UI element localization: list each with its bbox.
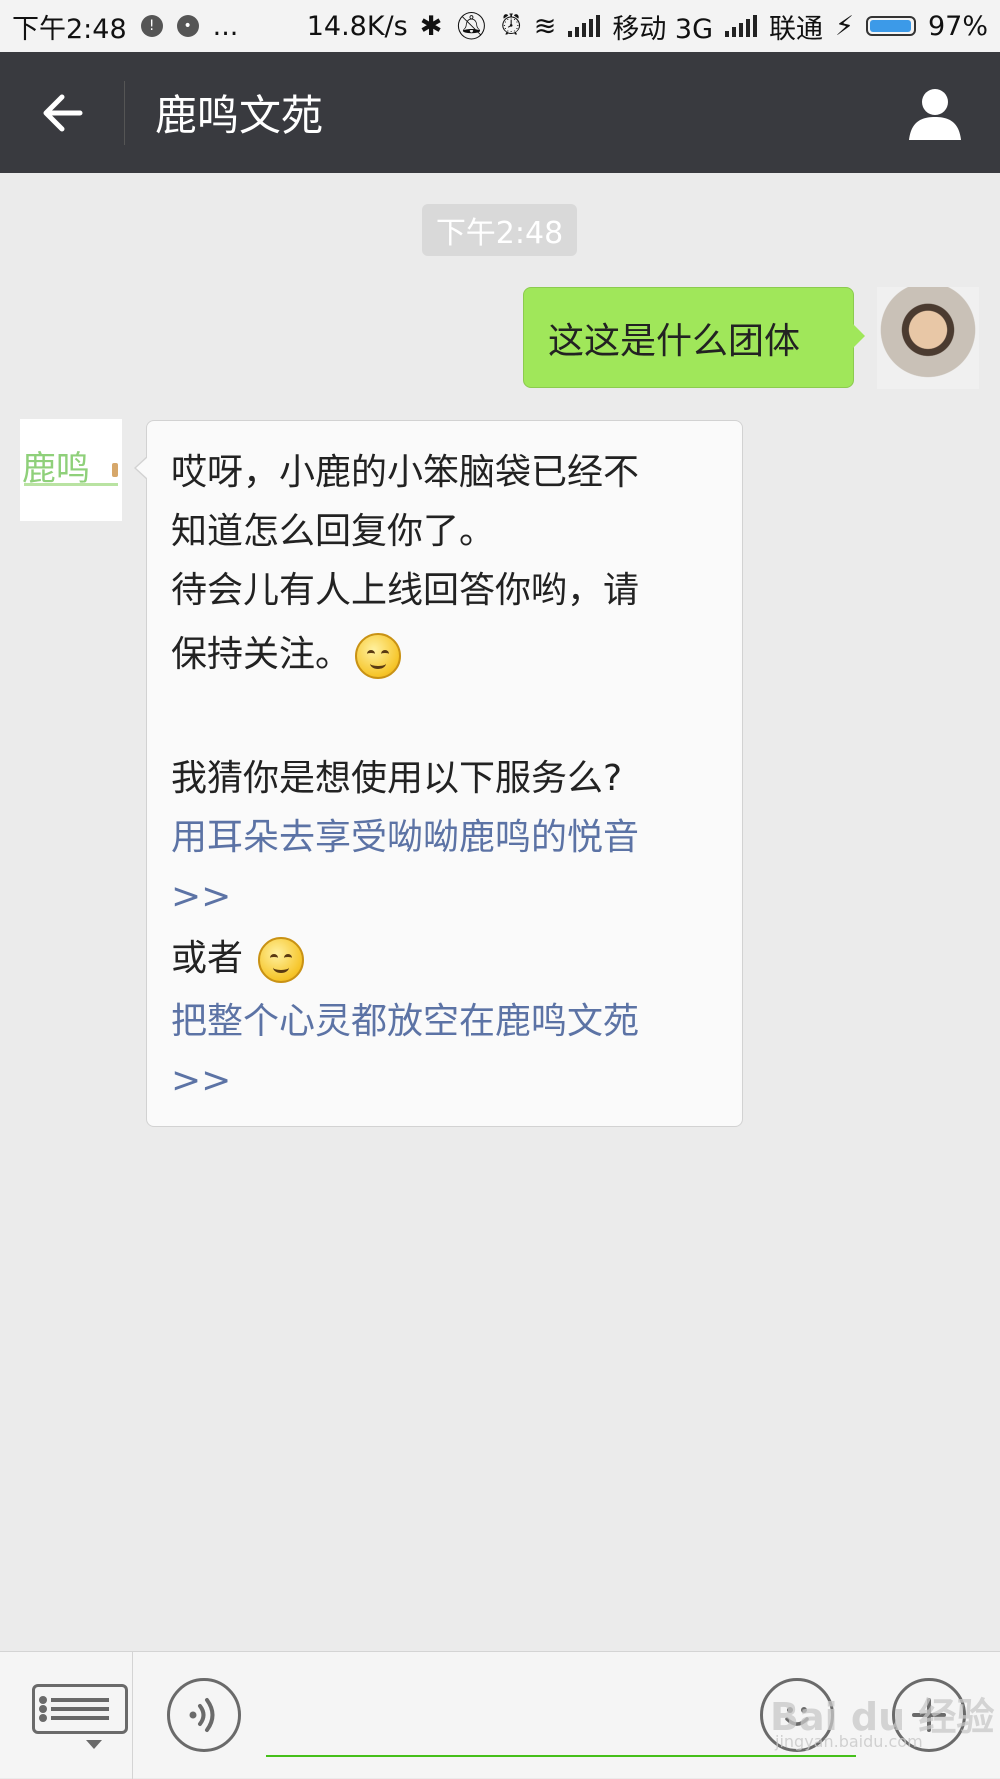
signal-icon-2 [725, 15, 758, 37]
arrow-left-icon [43, 94, 83, 131]
status-more: ... [212, 10, 239, 42]
voice-icon [189, 1698, 215, 1732]
person-icon [909, 88, 961, 140]
message-text: 保持关注。 [171, 634, 352, 675]
smile-emoji-icon [258, 937, 305, 983]
input-divider [132, 1652, 133, 1779]
caret-down-icon [86, 1740, 102, 1749]
message-text: 或者 [171, 938, 244, 979]
carrier-2: 联通 [769, 13, 824, 45]
net-speed: 14.8K/s [306, 10, 408, 42]
service-link-2-arrows[interactable]: >> [171, 1051, 718, 1110]
charging-icon: ⚡︎ [835, 10, 854, 42]
baidu-watermark-url: jingyan.baidu.com [775, 1732, 923, 1751]
input-bar: Bai du 经验 jingyan.baidu.com [0, 1651, 1000, 1779]
timestamp-chip: 下午2:48 [422, 204, 577, 256]
message-line-with-emoji: 或者 [171, 926, 718, 992]
bot-message-bubble[interactable]: 哎呀，小鹿的小笨脑袋已经不 知道怎么回复你了。 待会儿有人上线回答你哟，请 保持… [134, 420, 743, 1127]
list-menu-icon [32, 1684, 128, 1734]
deer-icon [112, 463, 118, 477]
message-line: 哎呀，小鹿的小笨脑袋已经不 [171, 452, 640, 493]
alarm-icon: ⏰︎ [500, 10, 522, 41]
profile-button[interactable] [870, 52, 1000, 173]
my-message-text: 这这是什么团体 [548, 320, 801, 362]
back-button[interactable] [0, 52, 124, 173]
message-line: 知道怎么回复你了。 [171, 511, 496, 552]
status-bar: 下午2:48 ! • ... 14.8K/s ✱ 🔕︎ ⏰︎ ≋ 移动 3G 联… [0, 0, 1000, 52]
title-bar: 鹿鸣文苑 [0, 52, 1000, 173]
my-message-bubble[interactable]: 这这是什么团体 [523, 287, 865, 388]
service-link-1[interactable]: 用耳朵去享受呦呦鹿鸣的悦音 [171, 808, 718, 867]
battery-percent: 97% [927, 10, 988, 42]
blush-emoji-icon [355, 633, 402, 679]
my-avatar[interactable] [877, 287, 979, 389]
mute-icon: 🔕︎ [454, 11, 489, 42]
page-title: 鹿鸣文苑 [155, 91, 324, 140]
notification-icon: ! [140, 15, 163, 37]
message-line: 我猜你是想使用以下服务么? [171, 758, 623, 799]
app-notification-icon: • [176, 15, 199, 37]
service-link-2[interactable]: 把整个心灵都放空在鹿鸣文苑 [171, 992, 718, 1051]
message-line: 待会儿有人上线回答你哟，请 [171, 570, 640, 611]
bot-avatar[interactable]: 鹿鸣 [20, 419, 122, 521]
service-link-1-arrows[interactable]: >> [171, 867, 718, 926]
battery-icon [865, 16, 916, 36]
title-divider [124, 80, 125, 145]
avatar-logo-line [24, 483, 118, 486]
bluetooth-icon: ✱ [419, 10, 443, 42]
signal-icon [568, 15, 601, 37]
message-line-with-emoji: 保持关注。 [171, 620, 718, 690]
carrier-1: 移动 3G [612, 13, 714, 45]
status-time: 下午2:48 [12, 13, 127, 45]
menu-toggle-button[interactable] [28, 1682, 128, 1750]
wifi-icon: ≋ [533, 10, 557, 42]
message-input[interactable] [266, 1755, 856, 1757]
voice-button[interactable] [167, 1678, 241, 1752]
